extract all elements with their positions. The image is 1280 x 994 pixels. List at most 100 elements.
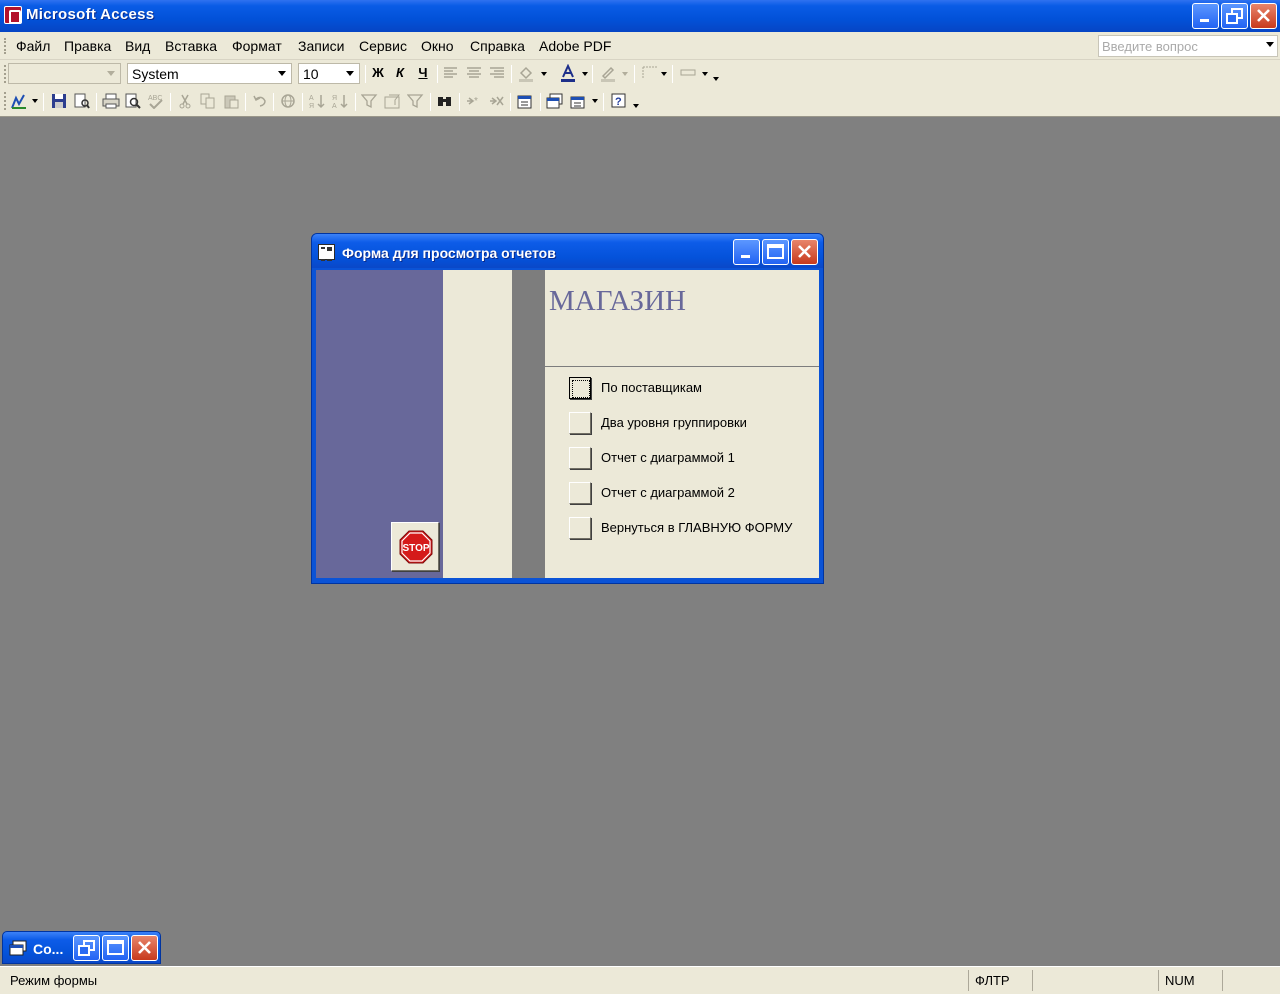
undo-icon bbox=[253, 95, 266, 107]
menu-edit[interactable]: Правка bbox=[64, 38, 111, 54]
help-question-box[interactable]: Введите вопрос bbox=[1098, 35, 1278, 57]
toolbar-options-arrow[interactable] bbox=[713, 77, 719, 81]
align-right-icon bbox=[490, 67, 504, 78]
menu-insert[interactable]: Вставка bbox=[165, 38, 217, 54]
toolbar-options-arrow[interactable] bbox=[633, 104, 639, 108]
restore-button[interactable] bbox=[1221, 3, 1248, 29]
paste-button[interactable] bbox=[221, 91, 241, 111]
menu-records[interactable]: Записи bbox=[298, 38, 344, 54]
print-preview-icon bbox=[125, 93, 141, 109]
stop-button[interactable]: STOP bbox=[391, 522, 439, 571]
database-window-button[interactable] bbox=[545, 91, 565, 111]
font-size-combo[interactable]: 10 bbox=[298, 63, 360, 84]
help-dropdown-arrow[interactable] bbox=[1266, 42, 1274, 47]
minimize-button[interactable] bbox=[1192, 3, 1219, 29]
form-window: Форма для просмотра отчетов STOP МАГАЗИН… bbox=[311, 233, 824, 584]
menu-help[interactable]: Справка bbox=[470, 38, 525, 54]
align-left-button[interactable] bbox=[441, 63, 461, 83]
access-app-icon[interactable] bbox=[4, 6, 22, 24]
line-color-dropdown[interactable] bbox=[622, 72, 628, 76]
form-icon[interactable] bbox=[318, 244, 335, 261]
fill-color-button[interactable] bbox=[516, 63, 536, 83]
underline-button[interactable]: Ч bbox=[413, 63, 433, 83]
menu-tools[interactable]: Сервис bbox=[359, 38, 407, 54]
formatting-toolbar: System 10 Ж К Ч bbox=[0, 61, 1280, 87]
align-center-button[interactable] bbox=[464, 63, 484, 83]
form-title: Форма для просмотра отчетов bbox=[342, 245, 556, 261]
file-search-button[interactable] bbox=[72, 91, 92, 111]
close-button[interactable] bbox=[1250, 3, 1277, 29]
toolbar-separator bbox=[459, 93, 460, 111]
return-main-form-button[interactable] bbox=[569, 517, 591, 539]
sort-ascending-button[interactable]: АЯ bbox=[308, 91, 328, 111]
toolbar-separator bbox=[43, 93, 44, 111]
font-name-combo[interactable]: System bbox=[127, 63, 292, 84]
toolbar-grip[interactable] bbox=[4, 65, 7, 83]
line-width-dropdown[interactable] bbox=[661, 72, 667, 76]
filter-by-form-button[interactable] bbox=[383, 91, 403, 111]
new-record-button[interactable]: * bbox=[464, 91, 484, 111]
form-close-button[interactable] bbox=[791, 239, 818, 265]
object-combo[interactable] bbox=[8, 63, 121, 84]
report-chart-2-button[interactable] bbox=[569, 482, 591, 504]
line-color-button[interactable] bbox=[598, 63, 618, 83]
menu-grip[interactable] bbox=[4, 38, 7, 54]
apply-filter-button[interactable] bbox=[406, 91, 426, 111]
minimized-restore-button[interactable] bbox=[73, 935, 100, 961]
report-two-level-grouping-button[interactable] bbox=[569, 412, 591, 434]
sort-descending-button[interactable]: ЯА bbox=[331, 91, 351, 111]
hyperlink-button[interactable] bbox=[279, 91, 299, 111]
view-button[interactable] bbox=[9, 91, 29, 111]
save-button[interactable] bbox=[49, 91, 69, 111]
view-dropdown[interactable] bbox=[32, 99, 38, 103]
menu-adobe-pdf[interactable]: Adobe PDF bbox=[539, 38, 611, 54]
close-icon bbox=[1257, 9, 1270, 22]
find-button[interactable] bbox=[435, 91, 455, 111]
print-button[interactable] bbox=[101, 91, 121, 111]
header-divider bbox=[541, 366, 819, 367]
svg-text:Я: Я bbox=[309, 103, 314, 109]
toolbar-grip[interactable] bbox=[4, 92, 7, 110]
help-button[interactable]: ? bbox=[609, 91, 629, 111]
special-effect-button[interactable] bbox=[678, 63, 698, 83]
undo-button[interactable] bbox=[250, 91, 270, 111]
menu-view[interactable]: Вид bbox=[125, 38, 150, 54]
align-center-icon bbox=[467, 67, 481, 78]
copy-button[interactable] bbox=[198, 91, 218, 111]
print-preview-button[interactable] bbox=[123, 91, 143, 111]
new-record-icon: * bbox=[467, 96, 478, 107]
delete-record-button[interactable] bbox=[487, 91, 507, 111]
special-effect-dropdown[interactable] bbox=[702, 72, 708, 76]
new-object-dropdown[interactable] bbox=[592, 99, 598, 103]
filter-by-selection-button[interactable] bbox=[360, 91, 380, 111]
properties-icon bbox=[517, 95, 532, 109]
properties-button[interactable] bbox=[516, 91, 536, 111]
report-by-suppliers-button[interactable] bbox=[569, 377, 591, 399]
menu-format[interactable]: Формат bbox=[232, 38, 282, 54]
globe-icon bbox=[281, 94, 295, 108]
form-body: STOP МАГАЗИН По поставщикам Два уровня г… bbox=[316, 270, 819, 578]
bold-button[interactable]: Ж bbox=[368, 63, 388, 83]
menu-file[interactable]: Файл bbox=[16, 38, 50, 54]
font-color-dropdown[interactable] bbox=[582, 72, 588, 76]
cut-button[interactable] bbox=[175, 91, 195, 111]
report-chart-1-button[interactable] bbox=[569, 447, 591, 469]
form-minimize-button[interactable] bbox=[733, 239, 760, 265]
line-width-button[interactable] bbox=[640, 63, 660, 83]
align-right-button[interactable] bbox=[487, 63, 507, 83]
font-color-button[interactable] bbox=[558, 63, 578, 83]
form-maximize-button[interactable] bbox=[762, 239, 789, 265]
new-object-button[interactable] bbox=[569, 91, 589, 111]
stop-icon: STOP bbox=[399, 530, 433, 564]
minimized-close-button[interactable] bbox=[131, 935, 158, 961]
minimized-maximize-button[interactable] bbox=[102, 935, 129, 961]
menu-window[interactable]: Окно bbox=[421, 38, 454, 54]
minimized-window-title: Со... bbox=[33, 941, 64, 957]
fill-color-dropdown[interactable] bbox=[541, 72, 547, 76]
spelling-button[interactable]: ABC bbox=[146, 91, 166, 111]
minimized-window[interactable]: Со... bbox=[2, 931, 161, 964]
report-two-level-grouping-label: Два уровня группировки bbox=[601, 415, 747, 430]
form-title-bar[interactable]: Форма для просмотра отчетов bbox=[312, 234, 823, 268]
delete-record-icon bbox=[490, 96, 504, 106]
italic-button[interactable]: К bbox=[390, 63, 410, 83]
